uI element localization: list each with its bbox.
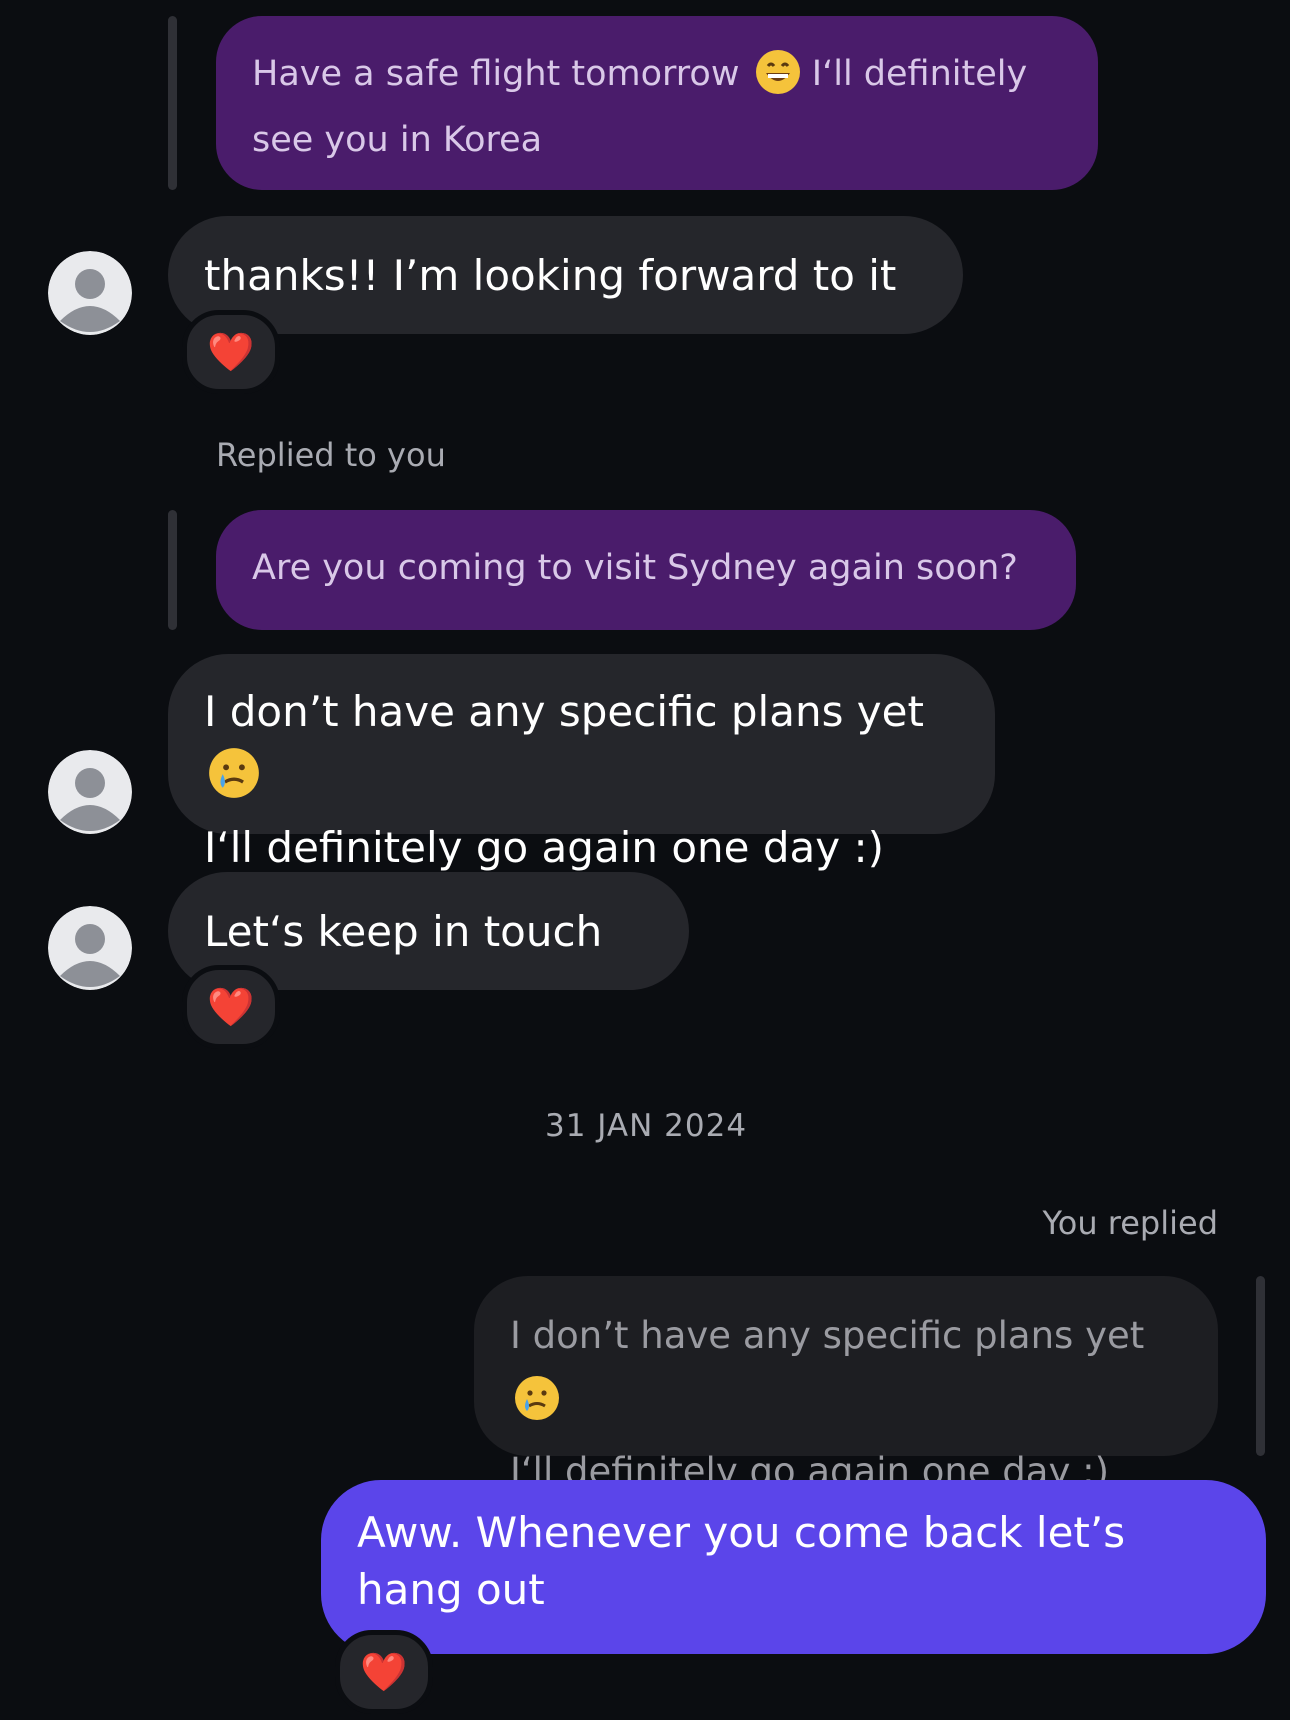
message-bubble[interactable]: Aww. Whenever you come back let’s hang o… bbox=[321, 1480, 1266, 1654]
avatar[interactable] bbox=[48, 906, 132, 990]
message-text: Let‘s keep in touch bbox=[204, 907, 603, 956]
quoted-message-bubble[interactable]: Have a safe flight tomorrow I‘ll definit… bbox=[216, 16, 1098, 190]
crying-smile-icon bbox=[208, 747, 260, 816]
date-separator: 31 JAN 2024 bbox=[545, 1108, 748, 1144]
heart-reaction-icon: ❤️ bbox=[360, 1649, 408, 1694]
reply-label: You replied bbox=[1042, 1204, 1218, 1242]
quoted-message-bubble[interactable]: Are you coming to visit Sydney again soo… bbox=[216, 510, 1076, 630]
avatar[interactable] bbox=[48, 750, 132, 834]
message-text: thanks!! I’m looking forward to it bbox=[204, 251, 897, 300]
quote-bar bbox=[168, 510, 177, 630]
quoted-message-text: Are you coming to visit Sydney again soo… bbox=[252, 548, 1018, 588]
quoted-line: I don’t have any specific plans yet bbox=[510, 1304, 1182, 1440]
crying-smile-icon bbox=[514, 1375, 560, 1440]
message-line: I don’t have any specific plans yet bbox=[204, 680, 959, 816]
heart-reaction-icon: ❤️ bbox=[207, 329, 255, 374]
reaction-chip[interactable]: ❤️ bbox=[182, 965, 280, 1049]
quoted-message-text: I don’t have any specific plans yet bbox=[510, 1314, 1145, 1357]
quoted-message-bubble[interactable]: I don’t have any specific plans yet I‘ll… bbox=[474, 1276, 1218, 1493]
reaction-chip[interactable]: ❤️ bbox=[335, 1630, 433, 1714]
message-text: Aww. Whenever you come back let’s hang o… bbox=[357, 1508, 1126, 1614]
message-text: I don’t have any specific plans yet bbox=[204, 687, 924, 736]
message-text: I‘ll definitely go again one day :) bbox=[204, 823, 884, 872]
reply-label: Replied to you bbox=[216, 436, 446, 474]
message-bubble[interactable]: thanks!! I’m looking forward to it bbox=[168, 216, 963, 362]
quote-bar bbox=[168, 16, 177, 190]
reaction-chip[interactable]: ❤️ bbox=[182, 310, 280, 394]
message-bubble[interactable]: I don’t have any specific plans yet I‘ll… bbox=[168, 654, 995, 872]
heart-reaction-icon: ❤️ bbox=[207, 984, 255, 1029]
avatar[interactable] bbox=[48, 251, 132, 335]
quoted-message-text: Have a safe flight tomorrow bbox=[252, 54, 740, 94]
grinning-face-icon bbox=[755, 49, 801, 112]
quote-bar bbox=[1256, 1276, 1265, 1456]
